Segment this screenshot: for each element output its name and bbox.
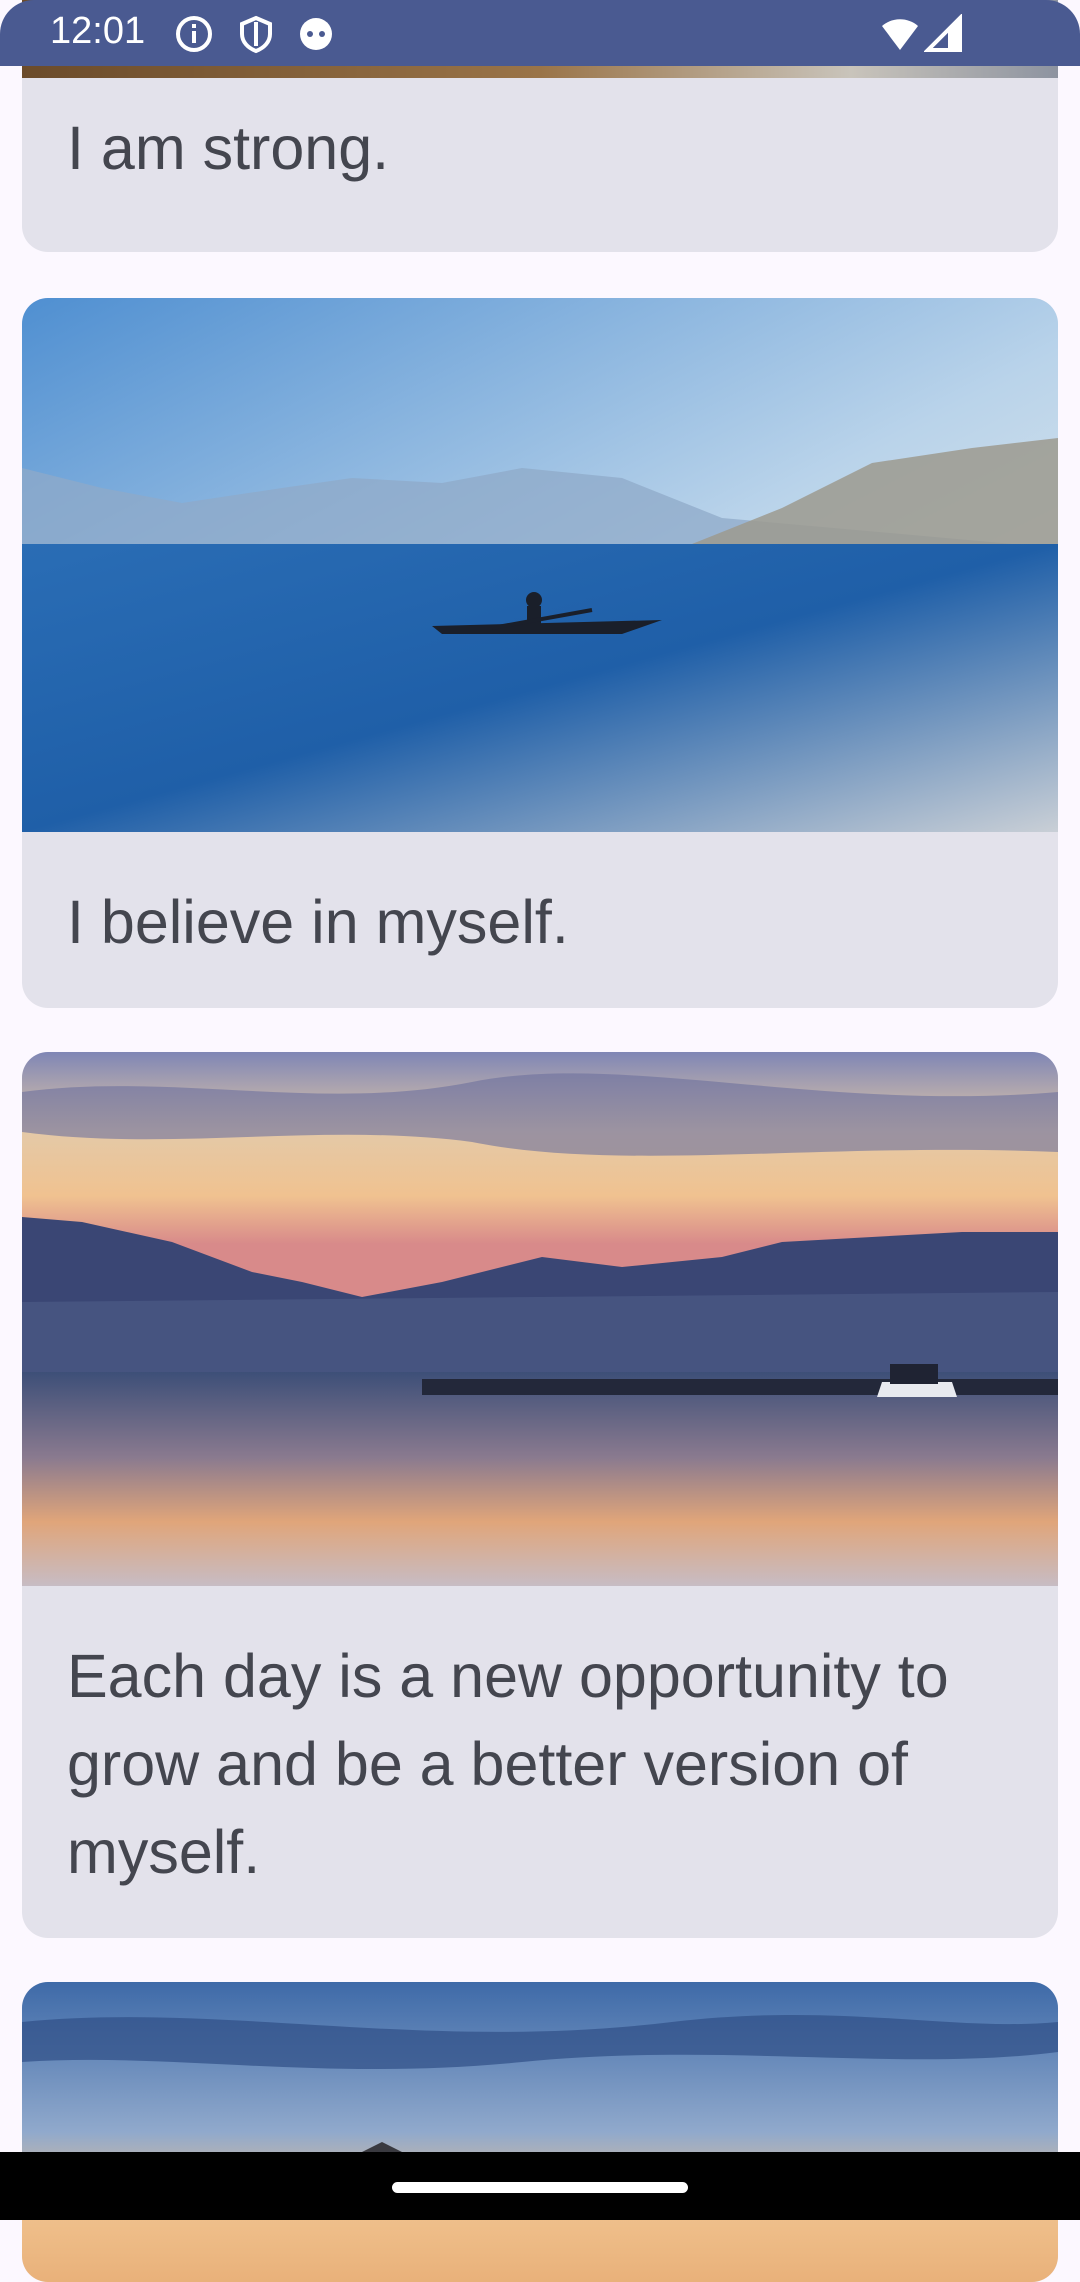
android-face-icon xyxy=(300,18,332,50)
info-icon xyxy=(176,16,212,52)
shield-icon xyxy=(240,15,272,54)
status-bar: 12:01 xyxy=(0,0,1080,66)
sunset-clouds-photo xyxy=(22,1982,1058,2282)
affirmation-card[interactable]: Each day is a new opportunity to grow an… xyxy=(22,1052,1058,1938)
status-time: 12:01 xyxy=(50,10,146,52)
affirmation-card[interactable] xyxy=(22,1982,1058,2282)
sunset-lake-boat-photo xyxy=(22,1052,1058,1586)
navigation-bar xyxy=(0,2152,1080,2220)
affirmation-text: I believe in myself. xyxy=(67,888,569,956)
home-gesture-handle[interactable] xyxy=(392,2182,688,2193)
affirmation-card[interactable]: I believe in myself. xyxy=(22,298,1058,1008)
signal-icon xyxy=(924,14,962,52)
lake-kayaker-photo xyxy=(22,298,1058,832)
affirmation-feed[interactable]: I am strong. I believe in myself. Each d… xyxy=(0,0,1080,2282)
affirmation-text: I am strong. xyxy=(67,114,390,182)
wifi-icon xyxy=(882,19,918,50)
affirmation-text: Each day is a new opportunity to grow an… xyxy=(67,1642,949,1886)
